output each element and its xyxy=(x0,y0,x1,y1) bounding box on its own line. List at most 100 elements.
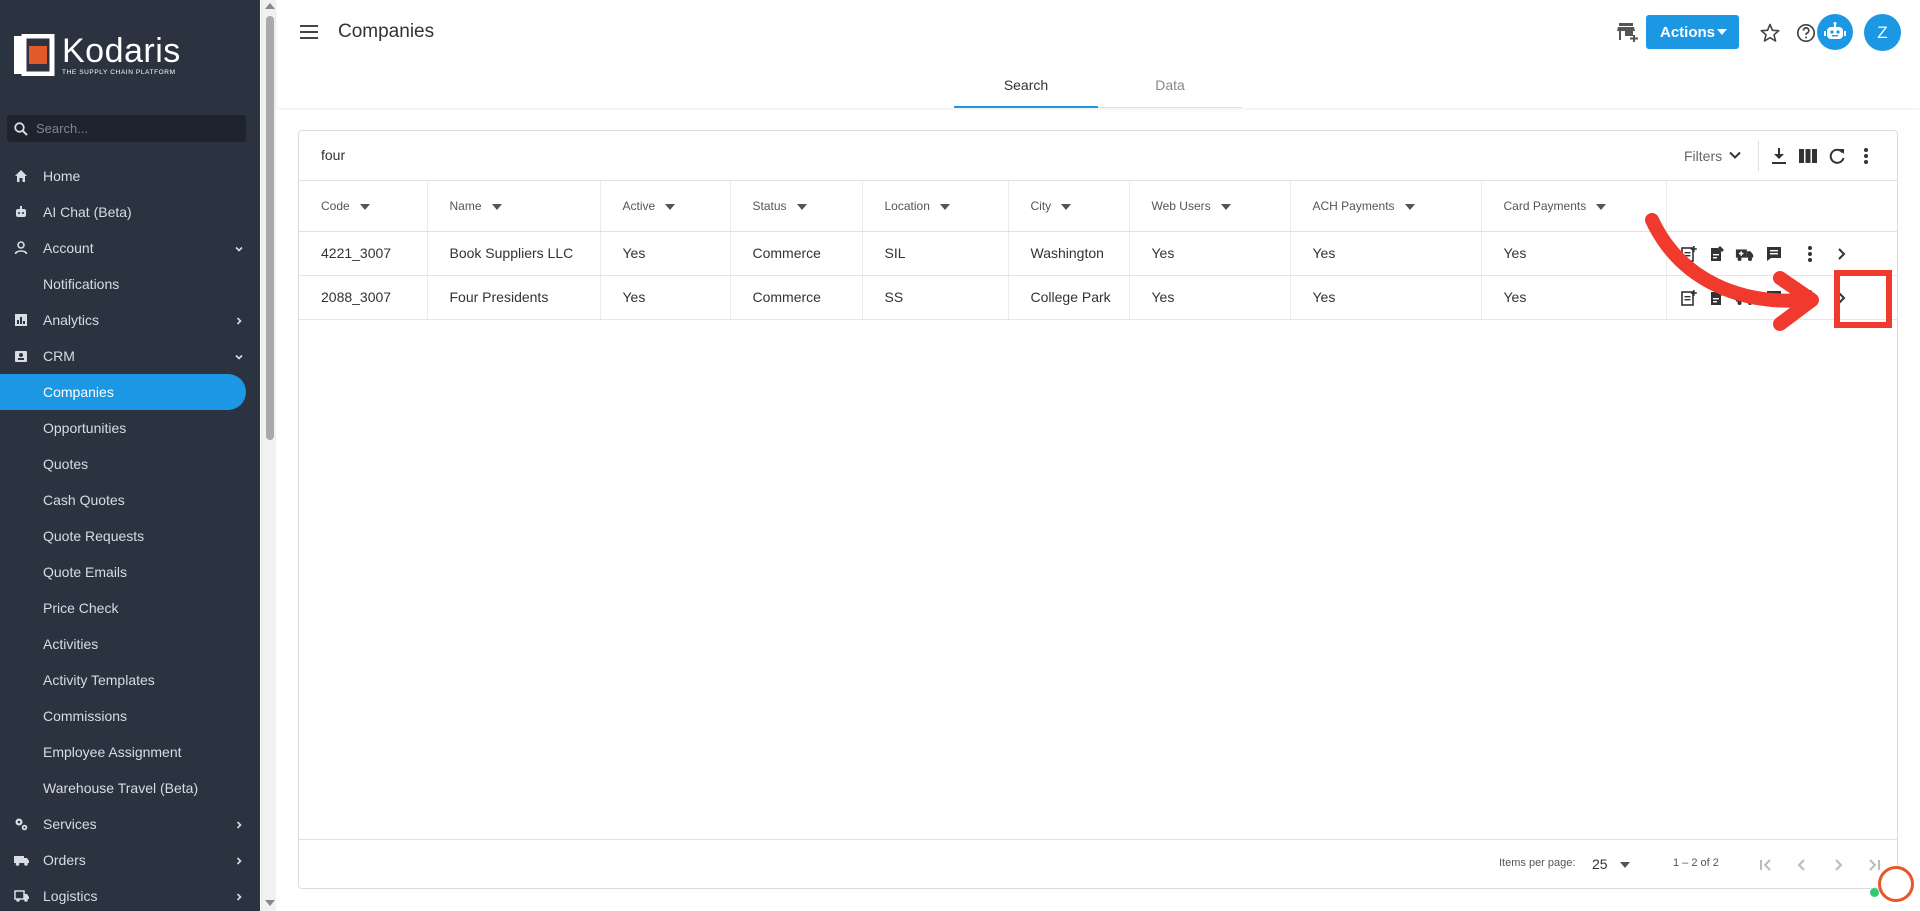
sidebar-item-quote-emails[interactable]: Quote Emails xyxy=(0,554,260,590)
sidebar-item-label: Home xyxy=(43,168,81,184)
sidebar-item-account[interactable]: Account xyxy=(0,230,260,266)
sidebar-item-companies[interactable]: Companies xyxy=(0,374,246,410)
sort-caret-icon[interactable] xyxy=(491,203,502,210)
sort-caret-icon[interactable] xyxy=(665,203,676,210)
sidebar-item-opportunities[interactable]: Opportunities xyxy=(0,410,260,446)
sidebar-item-quotes[interactable]: Quotes xyxy=(0,446,260,482)
tab-data[interactable]: Data xyxy=(1098,70,1242,108)
sidebar-item-commissions[interactable]: Commissions xyxy=(0,698,260,734)
page-size-select[interactable]: 25 xyxy=(1592,856,1608,872)
chevron-right-icon[interactable] xyxy=(1831,288,1851,308)
sort-caret-icon[interactable] xyxy=(796,203,807,210)
chevron-right-icon[interactable] xyxy=(233,818,245,830)
chevron-right-icon[interactable] xyxy=(233,854,245,866)
comment-icon[interactable] xyxy=(1764,288,1784,308)
actions-label: Actions xyxy=(1660,23,1716,41)
sidebar-item-warehouse-travel-beta[interactable]: Warehouse Travel (Beta) xyxy=(0,770,260,806)
sidebar-item-cash-quotes[interactable]: Cash Quotes xyxy=(0,482,260,518)
caret-down-icon[interactable] xyxy=(1620,862,1630,868)
sidebar-item-activities[interactable]: Activities xyxy=(0,626,260,662)
sidebar-item-orders[interactable]: Orders xyxy=(0,842,260,878)
chat-support-icon[interactable] xyxy=(1878,866,1914,902)
table-row[interactable]: 2088_3007 Four Presidents Yes Commerce SS Col… xyxy=(299,275,1897,320)
scroll-down-arrow-icon[interactable] xyxy=(265,900,275,906)
columns-icon[interactable] xyxy=(1796,144,1820,168)
sort-caret-icon[interactable] xyxy=(1061,203,1072,210)
truck-add-icon[interactable] xyxy=(1735,288,1755,308)
column-header-code[interactable]: Code xyxy=(299,181,428,232)
sort-caret-icon[interactable] xyxy=(1596,203,1607,210)
column-header-web-users[interactable]: Web Users xyxy=(1129,181,1291,232)
sidebar-item-ai-chat-beta[interactable]: AI Chat (Beta) xyxy=(0,194,260,230)
note-edit-icon[interactable] xyxy=(1707,244,1727,264)
sidebar-scrollbar[interactable] xyxy=(261,0,276,911)
chevron-right-icon[interactable] xyxy=(233,314,245,326)
sidebar-search-input[interactable]: Search... xyxy=(7,115,246,142)
refresh-icon[interactable] xyxy=(1825,144,1849,168)
user-avatar[interactable]: Z xyxy=(1864,14,1901,51)
note-add-icon[interactable] xyxy=(1679,288,1699,308)
sort-caret-icon[interactable] xyxy=(1404,203,1415,210)
download-icon[interactable] xyxy=(1767,144,1791,168)
search-input[interactable]: four xyxy=(321,147,345,163)
column-header-location[interactable]: Location xyxy=(862,181,1009,232)
sort-caret-icon[interactable] xyxy=(1220,203,1231,210)
sidebar-item-quote-requests[interactable]: Quote Requests xyxy=(0,518,260,554)
scroll-up-arrow-icon[interactable] xyxy=(265,3,275,9)
cell-code: 4221_3007 xyxy=(299,231,428,276)
ai-assistant-button[interactable] xyxy=(1817,14,1853,50)
cell-ach-payments: Yes xyxy=(1290,231,1482,276)
previous-page-icon[interactable] xyxy=(1790,853,1814,877)
sidebar-item-home[interactable]: Home xyxy=(0,158,260,194)
first-page-icon[interactable] xyxy=(1754,853,1778,877)
gears-icon xyxy=(14,817,28,831)
cell-location: SS xyxy=(862,275,1009,320)
star-icon[interactable] xyxy=(1757,20,1783,46)
robot-icon xyxy=(1824,22,1846,39)
sidebar-item-price-check[interactable]: Price Check xyxy=(0,590,260,626)
chevron-right-icon[interactable] xyxy=(233,890,245,902)
column-header-active[interactable]: Active xyxy=(600,181,731,232)
column-header-name[interactable]: Name xyxy=(427,181,601,232)
more-vert-icon[interactable] xyxy=(1800,288,1820,308)
sidebar-item-activity-templates[interactable]: Activity Templates xyxy=(0,662,260,698)
sort-caret-icon[interactable] xyxy=(359,203,370,210)
sort-caret-icon[interactable] xyxy=(939,203,950,210)
note-edit-icon[interactable] xyxy=(1707,288,1727,308)
cell-code: 2088_3007 xyxy=(299,275,428,320)
chevron-down-icon[interactable] xyxy=(1728,148,1742,165)
column-header-city[interactable]: City xyxy=(1008,181,1130,232)
sidebar-item-notifications[interactable]: Notifications xyxy=(0,266,260,302)
sidebar-item-analytics[interactable]: Analytics xyxy=(0,302,260,338)
scroll-thumb[interactable] xyxy=(266,16,274,440)
next-page-icon[interactable] xyxy=(1826,853,1850,877)
tab-search[interactable]: Search xyxy=(954,70,1098,108)
comment-icon[interactable] xyxy=(1764,244,1784,264)
chevron-right-icon[interactable] xyxy=(1831,244,1851,264)
filters-button[interactable]: Filters xyxy=(1684,148,1722,164)
sidebar-item-employee-assignment[interactable]: Employee Assignment xyxy=(0,734,260,770)
more-vert-icon[interactable] xyxy=(1800,244,1820,264)
chevron-down-icon[interactable] xyxy=(233,350,245,362)
actions-button[interactable]: Actions xyxy=(1646,15,1739,49)
kodaris-logo[interactable]: Kodaris THE SUPPLY CHAIN PLATFORM xyxy=(14,30,184,80)
sidebar-item-services[interactable]: Services xyxy=(0,806,260,842)
help-icon[interactable] xyxy=(1793,20,1819,46)
menu-icon[interactable] xyxy=(300,24,320,40)
sidebar-item-label: Quotes xyxy=(43,456,89,472)
sidebar-nav: Home AI Chat (Beta) Account Notifications An… xyxy=(0,158,260,911)
note-add-icon[interactable] xyxy=(1679,244,1699,264)
column-header-status[interactable]: Status xyxy=(730,181,863,232)
sidebar-item-logistics[interactable]: Logistics xyxy=(0,878,260,911)
column-header-ach-payments[interactable]: ACH Payments xyxy=(1290,181,1482,232)
cell-name: Book Suppliers LLC xyxy=(427,231,601,276)
cell-web-users: Yes xyxy=(1129,231,1291,276)
truck-add-icon[interactable] xyxy=(1735,244,1755,264)
column-header-card-payments[interactable]: Card Payments xyxy=(1481,181,1667,232)
chevron-down-icon[interactable] xyxy=(233,242,245,254)
home-icon xyxy=(14,169,28,183)
store-add-icon[interactable] xyxy=(1615,19,1641,45)
more-vert-icon[interactable] xyxy=(1854,144,1878,168)
sidebar-item-crm[interactable]: CRM xyxy=(0,338,260,374)
table-row[interactable]: 4221_3007 Book Suppliers LLC Yes Commerce SI… xyxy=(299,231,1897,276)
